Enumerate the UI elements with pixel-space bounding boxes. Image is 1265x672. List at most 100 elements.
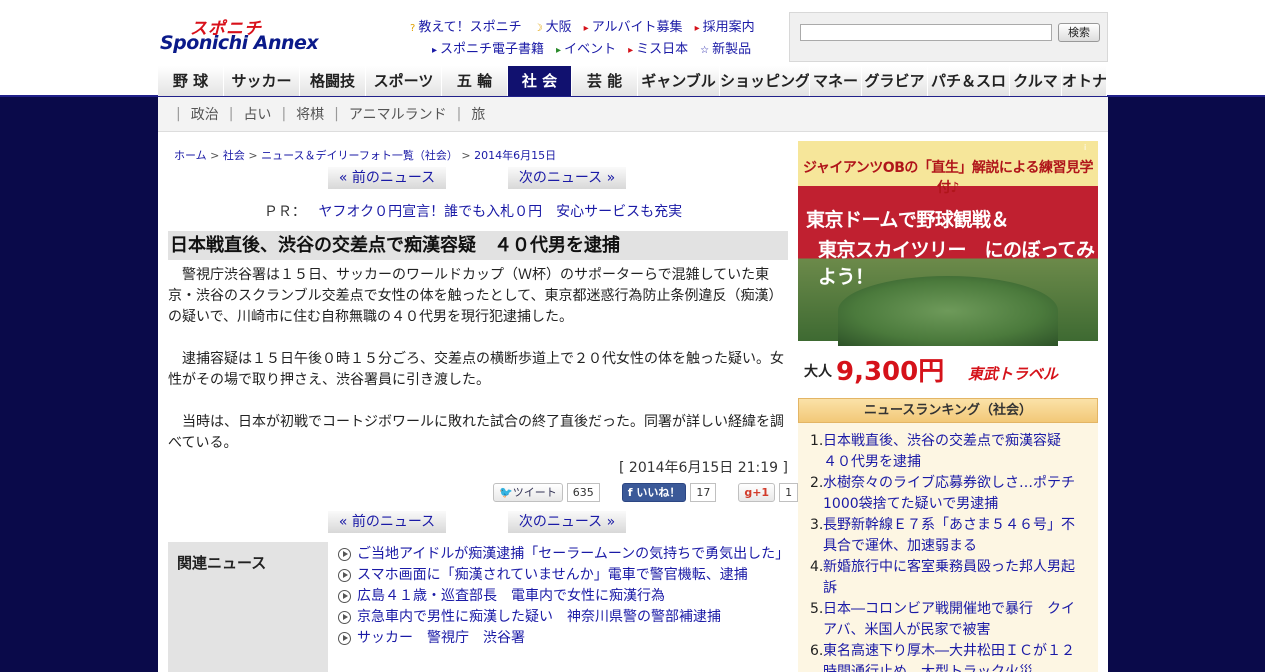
star-icon: ☆ [700, 44, 710, 56]
link-shinseihin[interactable]: ☆ 新製品 [700, 38, 751, 57]
link-saiyou[interactable]: ▸ 採用案内 [695, 16, 755, 35]
breadcrumb-date[interactable]: 2014年6月15日 [474, 149, 556, 162]
sub-nav-animal[interactable]: アニマルランド [349, 104, 447, 124]
moon-icon: ☽ [533, 22, 543, 34]
link-label: アルバイト募集 [591, 19, 683, 35]
link-label: 教えて！スポニチ [418, 19, 522, 35]
nav-olympics[interactable]: 五 輪 [442, 66, 508, 96]
ranking-link[interactable]: 日本戦直後、渋谷の交差点で痴漢容疑 ４０代男を逮捕 [823, 431, 1088, 473]
ad-price: 9,300円 [836, 357, 945, 387]
sub-nav-separator: | [334, 106, 339, 122]
nav-geinou[interactable]: 芸 能 [572, 66, 638, 96]
ranking-item: 4. 新婚旅行中に客室乗務員殴った邦人男起訴 [810, 557, 1088, 599]
twitter-icon: 🐦 [499, 485, 513, 499]
tweet-label: ツイート [512, 485, 557, 499]
nav-gravure[interactable]: グラビア [862, 66, 928, 96]
sub-nav-tabi[interactable]: 旅 [471, 104, 485, 124]
nav-gamble[interactable]: ギャンブル [638, 66, 720, 96]
logo-bottom-text: Sponichi Annex [160, 32, 319, 54]
prev-news-button[interactable]: « 前のニュース [328, 167, 446, 189]
ranking-number: 6. [810, 643, 824, 659]
sub-nav-separator: | [228, 106, 234, 122]
related-news-heading: 関連ニュース [168, 542, 328, 672]
related-news-link[interactable]: スマホ画面に「痴漢されていませんか」電車で警官機転、逮捕 [357, 565, 748, 586]
link-osaka[interactable]: ☽ 大阪 [534, 16, 572, 35]
link-miss-nihon[interactable]: ▸ ミス日本 [628, 38, 688, 57]
arrow-icon: ▸ [583, 22, 589, 34]
sub-nav-politics[interactable]: 政治 [191, 104, 219, 124]
tweet-button[interactable]: 🐦ツイート [493, 482, 563, 502]
search-input[interactable] [800, 24, 1052, 41]
ad-info-icon[interactable]: i [1084, 143, 1094, 153]
next-news-button[interactable]: 次のニュース » [508, 167, 626, 189]
nav-shopping[interactable]: ショッピング [720, 66, 810, 96]
question-icon: ? [410, 22, 416, 34]
related-news-link[interactable]: 広島４１歳・巡査部長 電車内で女性に痴漢行為 [357, 586, 665, 607]
breadcrumb-list[interactable]: ニュース＆デイリーフォト一覧（社会） [261, 149, 458, 162]
ranking-item: 1. 日本戦直後、渋谷の交差点で痴漢容疑 ４０代男を逮捕 [810, 431, 1088, 473]
like-button[interactable]: f いいね！ [621, 482, 687, 502]
ranking-link[interactable]: 長野新幹線Ｅ７系「あさま５４６号」不具合で運休、加速弱まる [823, 515, 1088, 557]
ad-headline-1: 東京ドームで野球観戦＆ [806, 209, 1009, 231]
nav-otona[interactable]: オトナ [1062, 66, 1107, 96]
link-label: ミス日本 [636, 41, 689, 57]
breadcrumb-shakai[interactable]: 社会 [223, 149, 245, 162]
play-arrow-icon [338, 590, 351, 603]
gplus-button[interactable]: g+1 [738, 482, 776, 502]
prev-news-button-bottom[interactable]: « 前のニュース [328, 511, 446, 533]
ranking-item: 3. 長野新幹線Ｅ７系「あさま５４６号」不具合で運休、加速弱まる [810, 515, 1088, 557]
link-arubaito[interactable]: ▸ アルバイト募集 [584, 16, 683, 35]
ranking-link[interactable]: 水樹奈々のライブ応募券欲しさ…ポテチ1000袋捨てた疑いで男逮捕 [823, 473, 1088, 515]
sub-nav-separator: | [456, 106, 462, 122]
search-box: 検索 [789, 12, 1108, 62]
ranking-link[interactable]: 東名高速下り厚木―大井松田ＩＣが１２時間通行止め 大型トラック火災 [823, 641, 1088, 672]
link-event[interactable]: ▸ イベント [556, 38, 616, 57]
play-arrow-icon [338, 611, 351, 624]
next-news-button-bottom[interactable]: 次のニュース » [508, 511, 626, 533]
pr-label: ＰＲ： [263, 204, 306, 220]
ranking-number: 1. [810, 433, 824, 449]
related-news-link[interactable]: 京急車内で男性に痴漢した疑い 神奈川県警の警部補逮捕 [357, 607, 721, 628]
nav-kuruma[interactable]: クルマ [1010, 66, 1062, 96]
like-label: いいね！ [636, 485, 681, 499]
related-news-list: ご当地アイドルが痴漢逮捕「セーラームーンの気持ちで勇気出した」 スマホ画面に「痴… [338, 544, 789, 649]
link-label: スポニチ電子書籍 [440, 41, 545, 57]
play-arrow-icon [338, 569, 351, 582]
link-oshiete[interactable]: ? 教えて！スポニチ [410, 16, 522, 35]
breadcrumb: ホーム > 社会 > ニュース＆デイリーフォト一覧（社会） > 2014年6月1… [174, 149, 557, 162]
article-date: [ 2014年6月15日 21:19 ] [619, 460, 788, 476]
ranking-link[interactable]: 新婚旅行中に客室乗務員殴った邦人男起訴 [823, 557, 1088, 599]
search-button[interactable]: 検索 [1058, 23, 1100, 42]
ad-price-label: 大人 [804, 364, 832, 380]
link-label: イベント [564, 41, 617, 57]
ad-banner[interactable]: i ジャイアンツOBの「直生」解説による練習見学付♪ 東京ドームで野球観戦＆ 東… [798, 141, 1098, 391]
related-news-item: ご当地アイドルが痴漢逮捕「セーラームーンの気持ちで勇気出した」 [338, 544, 789, 565]
arrow-icon: ▸ [628, 44, 634, 56]
ranking-heading: ニュースランキング（社会） [798, 398, 1098, 423]
nav-sports[interactable]: スポーツ [366, 66, 442, 96]
nav-baseball[interactable]: 野 球 [158, 66, 224, 96]
related-news-link[interactable]: サッカー 警視庁 渋谷署 [357, 628, 525, 649]
ranking-number: 4. [810, 559, 824, 575]
arrow-icon: ▸ [694, 22, 700, 34]
nav-kakutougi[interactable]: 格闘技 [300, 66, 366, 96]
top-links-row-2: ▸ スポニチ電子書籍 ▸ イベント ▸ ミス日本 ☆ 新製品 [410, 36, 785, 58]
nav-pachislo[interactable]: パチ＆スロ [928, 66, 1010, 96]
ranking-number: 5. [810, 601, 824, 617]
sub-nav-separator: | [281, 106, 287, 122]
sub-nav-uranai[interactable]: 占い [243, 104, 271, 124]
arrow-icon: ▸ [556, 44, 562, 56]
ranking-link[interactable]: 日本―コロンビア戦開催地で暴行 クイアバ、米国人が民家で被害 [823, 599, 1088, 641]
link-denshi-shoseki[interactable]: ▸ スポニチ電子書籍 [432, 38, 544, 57]
nav-money[interactable]: マネー [810, 66, 862, 96]
pr-line: ＰＲ： ヤフオク０円宣言！誰でも入札０円 安心サービスも充実 [158, 201, 788, 221]
sub-nav-shogi[interactable]: 将棋 [296, 104, 324, 124]
site-logo[interactable]: スポニチ Sponichi Annex [160, 14, 350, 58]
ranking-list: 1. 日本戦直後、渋谷の交差点で痴漢容疑 ４０代男を逮捕 2. 水樹奈々のライブ応募… [798, 423, 1098, 672]
nav-soccer[interactable]: サッカー [224, 66, 300, 96]
nav-shakai[interactable]: 社 会 [508, 66, 572, 96]
related-news-link[interactable]: ご当地アイドルが痴漢逮捕「セーラームーンの気持ちで勇気出した」 [357, 544, 789, 565]
pr-link[interactable]: ヤフオク０円宣言！誰でも入札０円 安心サービスも充実 [318, 204, 682, 220]
related-news-item: スマホ画面に「痴漢されていませんか」電車で警官機転、逮捕 [338, 565, 788, 586]
breadcrumb-home[interactable]: ホーム [174, 149, 207, 162]
